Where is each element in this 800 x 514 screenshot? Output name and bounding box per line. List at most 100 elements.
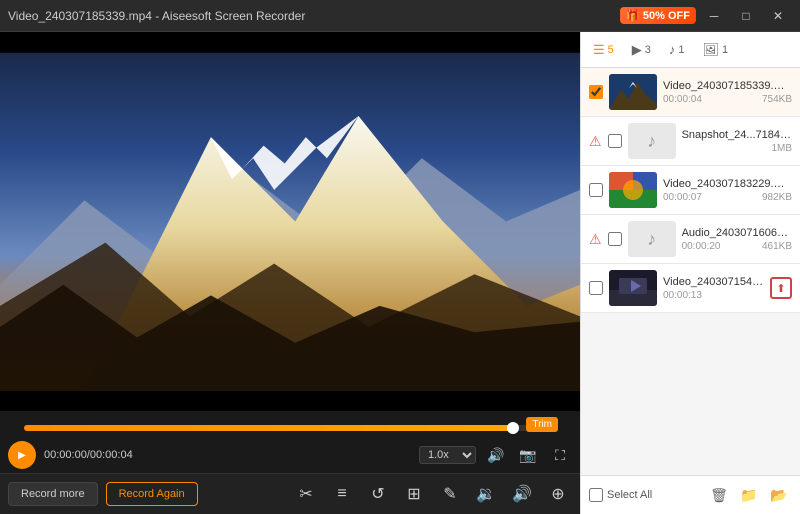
tab-all-icon: ☰ [593,42,605,58]
record-again-button[interactable]: Record Again [106,482,198,506]
rotate-tool-button[interactable]: ↺ [364,480,392,508]
more-tools-button[interactable]: ⊕ [544,480,572,508]
file-meta: 00:00:04 754KB [663,94,792,105]
select-all-label: Select All [607,489,652,501]
file-item[interactable]: Video_240307183229.mp4 00:00:07 982KB [581,166,800,215]
current-time: 00:00:00 [44,449,87,461]
promo-text: 50% OFF [643,10,690,22]
file-meta: 00:00:07 982KB [663,192,792,203]
tab-audio-count: 1 [678,44,684,56]
file-info: Video_240307183229.mp4 00:00:07 982KB [663,178,792,203]
file-size: 754KB [762,94,792,105]
restore-button[interactable]: □ [732,5,760,27]
close-button[interactable]: ✕ [764,5,792,27]
tab-all-count: 5 [608,44,614,56]
snapshot-button[interactable]: 📷 [516,443,540,467]
speed-select[interactable]: 1.0x 0.5x 0.75x 1.25x 1.5x 2.0x [419,446,476,464]
volume-button[interactable]: 🔊 [484,443,508,467]
file-info: Audio_240307160615.mp3 00:00:20 461KB [682,227,792,252]
tab-image-icon: 🖼 [703,42,720,58]
timeline-thumb[interactable] [507,422,519,434]
file-name: Snapshot_24...7184042.png [682,129,792,141]
file-thumbnail: ♪ [628,221,676,257]
record-more-button[interactable]: Record more [8,482,98,506]
audio-down-button[interactable]: 🔉 [472,480,500,508]
delete-button[interactable]: 🗑 [706,482,732,508]
tab-all[interactable]: ☰ 5 [585,38,622,62]
file-controls: Select All 🗑 📁 📂 [581,475,800,514]
file-name: Video_240307154314.mp4 [663,276,764,288]
title-bar-left: Video_240307185339.mp4 - Aiseesoft Scree… [8,9,305,23]
file-item[interactable]: ⚠ ♪ Snapshot_24...7184042.png 1MB [581,117,800,166]
tab-video[interactable]: ▶ 3 [624,38,659,62]
title-bar-right: 🎁 50% OFF ─ □ ✕ [620,5,792,27]
app-title: Video_240307185339.mp4 - Aiseesoft Scree… [8,9,305,23]
main-content: Trim ▶ 00:00:00/00:00:04 1.0x 0.5x 0.75x… [0,32,800,514]
settings-button[interactable]: 📂 [766,482,792,508]
adjust-tool-button[interactable]: ≡ [328,480,356,508]
file-item[interactable]: Video_240307154314.mp4 00:00:13 ⬆ [581,264,800,313]
file-size: 1MB [771,143,792,154]
file-list: Video_240307185339.mp4 00:00:04 754KB ⚠ … [581,68,800,475]
title-bar: Video_240307185339.mp4 - Aiseesoft Scree… [0,0,800,32]
tab-video-count: 3 [645,44,651,56]
error-icon: ⚠ [589,231,602,248]
promo-badge[interactable]: 🎁 50% OFF [620,7,696,24]
playback-controls: ▶ 00:00:00/00:00:04 1.0x 0.5x 0.75x 1.25… [0,437,580,473]
select-all-checkbox[interactable] [589,488,603,502]
file-duration: 00:00:04 [663,94,702,105]
tab-video-icon: ▶ [632,42,642,58]
music-icon: ♪ [647,229,656,250]
music-icon: ♪ [647,131,656,152]
file-size: 461KB [762,241,792,252]
file-meta: 00:00:13 [663,290,764,301]
cut-tool-button[interactable]: ✂ [292,480,320,508]
right-panel: ☰ 5 ▶ 3 ♪ 1 🖼 1 [580,32,800,514]
action-bar: Record more Record Again ✂ ≡ ↺ ⊞ ✎ 🔉 🔊 ⊕ [0,473,580,514]
edit-tool-button[interactable]: ✎ [436,480,464,508]
tab-audio-icon: ♪ [669,42,676,57]
file-thumbnail [609,172,657,208]
file-duration: 00:00:13 [663,290,702,301]
file-checkbox[interactable] [589,85,603,99]
time-display: 00:00:00/00:00:04 [44,449,133,461]
file-name: Video_240307183229.mp4 [663,178,792,190]
file-size: 982KB [762,192,792,203]
video-preview [0,32,580,411]
file-thumbnail [609,270,657,306]
video-area [0,32,580,411]
open-folder-button[interactable]: 📁 [736,482,762,508]
audio-up-button[interactable]: 🔊 [508,480,536,508]
tab-bar: ☰ 5 ▶ 3 ♪ 1 🖼 1 [581,32,800,68]
promo-icon: 🎁 [626,9,640,22]
file-meta: 00:00:20 461KB [682,241,792,252]
share-button[interactable]: ⬆ [770,277,792,299]
file-name: Video_240307185339.mp4 [663,80,792,92]
play-button[interactable]: ▶ [8,441,36,469]
file-info: Snapshot_24...7184042.png 1MB [682,129,792,154]
file-info: Video_240307185339.mp4 00:00:04 754KB [663,80,792,105]
merge-tool-button[interactable]: ⊞ [400,480,428,508]
minimize-button[interactable]: ─ [700,5,728,27]
file-name: Audio_240307160615.mp3 [682,227,792,239]
file-checkbox[interactable] [608,134,622,148]
file-checkbox[interactable] [589,281,603,295]
tab-image-count: 1 [722,44,728,56]
file-duration: 00:00:07 [663,192,702,203]
tab-image[interactable]: 🖼 1 [695,38,737,62]
select-all-container: Select All [589,488,702,502]
file-meta: 1MB [682,143,792,154]
error-icon: ⚠ [589,133,602,150]
file-thumbnail [609,74,657,110]
total-time: 00:00:04 [90,449,133,461]
file-checkbox[interactable] [608,232,622,246]
trim-button[interactable]: Trim [526,417,558,432]
fullscreen-button[interactable]: ⛶ [548,443,572,467]
timeline-bar[interactable]: Trim [24,425,556,431]
file-info: Video_240307154314.mp4 00:00:13 [663,276,764,301]
left-panel: Trim ▶ 00:00:00/00:00:04 1.0x 0.5x 0.75x… [0,32,580,514]
file-checkbox[interactable] [589,183,603,197]
file-item[interactable]: ⚠ ♪ Audio_240307160615.mp3 00:00:20 461K… [581,215,800,264]
file-item[interactable]: Video_240307185339.mp4 00:00:04 754KB [581,68,800,117]
tab-audio[interactable]: ♪ 1 [661,38,693,61]
